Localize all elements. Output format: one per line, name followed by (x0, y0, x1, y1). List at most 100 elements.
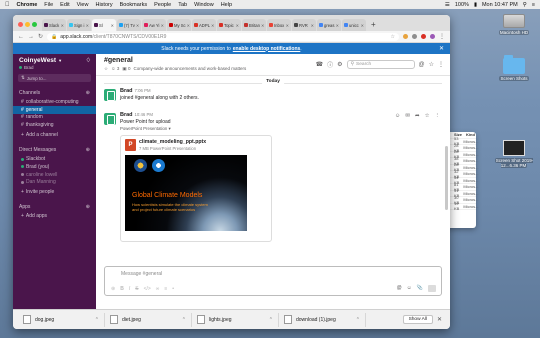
apple-icon[interactable]:  (5, 2, 10, 8)
back-icon[interactable]: ← (18, 34, 24, 40)
battery-percent[interactable]: 100% (455, 2, 469, 8)
call-icon[interactable]: ☎ (316, 61, 323, 68)
italic-icon[interactable]: I (129, 286, 130, 292)
menu-item-edit[interactable]: Edit (60, 2, 69, 8)
address-bar[interactable]: 🔒 app.slack.com/client/T870CNWTS/CDV00E1… (47, 32, 399, 41)
close-tab-icon[interactable]: ✕ (136, 23, 139, 28)
slide-preview[interactable]: Global Climate Models How scientists sim… (125, 155, 247, 231)
avatar[interactable] (104, 113, 116, 125)
desktop-icon-screenshot[interactable]: Screen Shot 2019-12...6.36 PM (494, 140, 534, 168)
jump-to-input[interactable]: ⇅ Jump to... (18, 74, 91, 82)
close-tab-icon[interactable]: ✕ (286, 23, 289, 28)
menu-item-people[interactable]: People (154, 2, 171, 8)
avatar[interactable] (104, 89, 116, 101)
sidebar-channel-collaborative-computing[interactable]: # collaborative-computing (13, 98, 96, 106)
sidebar-channel-thanksgiving[interactable]: # thanksgiving (13, 121, 96, 129)
reload-icon[interactable]: ↻ (38, 33, 43, 40)
lightning-icon[interactable]: ⊛ (111, 286, 115, 292)
close-tab-icon[interactable]: ✕ (61, 23, 64, 28)
message-time[interactable]: 10:46 PM (135, 112, 153, 117)
close-tab-icon[interactable]: ✕ (86, 23, 89, 28)
star-items-icon[interactable]: ☆ (429, 61, 434, 68)
close-tab-icon[interactable]: ✕ (261, 23, 264, 28)
browser-tab[interactable]: Topic ✕ (217, 19, 241, 31)
sidebar-channel-general[interactable]: # general (13, 105, 96, 114)
browser-tab[interactable]: greas ✕ (317, 19, 341, 31)
menu-item-file[interactable]: File (44, 2, 53, 8)
message-time[interactable]: 7:06 PM (135, 88, 151, 93)
chevron-up-icon[interactable]: ⌃ (269, 317, 273, 323)
sidebar-channel-random[interactable]: # random (13, 114, 96, 122)
zoom-window-button[interactable] (32, 21, 37, 27)
pins-count[interactable]: ▣ 0 (122, 66, 130, 72)
chevron-up-icon[interactable]: ⌃ (95, 317, 99, 323)
more-actions-icon[interactable]: ⋮ (435, 113, 441, 119)
invite-people-button[interactable]: + Invite people (13, 188, 96, 196)
extension-icon[interactable] (412, 34, 417, 39)
add-apps-button[interactable]: + Add apps (13, 212, 96, 220)
sidebar-dm[interactable]: caroline lowell (13, 171, 96, 179)
chevron-down-icon[interactable]: ▾ (169, 126, 171, 131)
close-tab-icon[interactable]: ✕ (187, 23, 190, 28)
bookmark-star-icon[interactable]: ☆ (391, 34, 395, 40)
add-app-icon[interactable]: ⊕ (86, 204, 90, 210)
battery-icon[interactable]: ▮ (474, 2, 477, 8)
wifi-icon[interactable]: ☰ (445, 2, 450, 8)
star-icon[interactable]: ☆ (104, 66, 108, 72)
bookmark-icon[interactable]: ☆ (425, 113, 430, 119)
strike-icon[interactable]: S (135, 286, 138, 292)
file-attachment[interactable]: P climate_modeling_ppt.pptx 7 MB PowerPo… (120, 135, 272, 242)
workspace-header[interactable]: CoinyeWest ▼ ♢ Brad (13, 54, 96, 70)
browser-tab[interactable]: Britan ✕ (242, 19, 266, 31)
scrollbar[interactable] (445, 146, 448, 210)
list-icon[interactable]: ≡ (164, 286, 167, 292)
browser-tab[interactable]: unicc ✕ (342, 19, 366, 31)
file-name[interactable]: climate_modeling_ppt.pptx (139, 139, 206, 145)
browser-tab[interactable]: Aw Yi ✕ (142, 19, 166, 31)
finder-col-kind[interactable]: Kind (466, 132, 475, 137)
share-icon[interactable]: ➦ (415, 113, 420, 119)
close-tab-icon[interactable]: ✕ (236, 23, 239, 28)
message[interactable]: Brad 7:06 PM joined #general along with 2… (96, 88, 450, 112)
add-channel-icon[interactable]: ⊕ (86, 90, 90, 96)
gear-icon[interactable]: ⚙ (337, 61, 342, 68)
forward-icon[interactable]: → (28, 34, 34, 40)
menu-list-icon[interactable]: ≡ (532, 2, 535, 8)
close-tab-icon[interactable]: ✕ (336, 23, 339, 28)
more-icon[interactable]: ⋮ (438, 61, 444, 68)
download-item[interactable]: download (1).jpeg ⌃ (279, 312, 366, 327)
message-composer[interactable]: Message #general ⊛ B I S </> ∞ ≡ • @ ☺ 📎 (104, 266, 442, 296)
browser-tab[interactable]: ADPL ✕ (192, 19, 216, 31)
emoji-reaction-icon[interactable]: ☺ (395, 113, 401, 119)
mention-icon[interactable]: @ (397, 285, 402, 292)
add-channel-button[interactable]: + Add a channel (13, 131, 96, 139)
close-banner-icon[interactable]: ✕ (439, 45, 444, 52)
info-icon[interactable]: ⓘ (327, 60, 333, 69)
emoji-icon[interactable]: ☺ (407, 285, 412, 292)
menu-item-bookmarks[interactable]: Bookmarks (120, 2, 148, 8)
new-tab-button[interactable]: + (367, 20, 380, 31)
close-tab-icon[interactable]: ✕ (361, 23, 364, 28)
link-icon[interactable]: ∞ (156, 286, 160, 292)
close-tab-icon[interactable]: ✕ (311, 23, 314, 28)
extension-icon[interactable] (403, 34, 408, 39)
spotlight-icon[interactable]: ⚲ (523, 2, 527, 8)
chevron-up-icon[interactable]: ⌃ (182, 317, 186, 323)
browser-tab[interactable]: My Sc ✕ (167, 19, 191, 31)
search-input[interactable]: ⚲ Search (346, 60, 415, 69)
browser-tab[interactable]: Sl ✕ (92, 19, 116, 31)
close-tab-icon[interactable]: ✕ (111, 23, 114, 28)
menu-item-window[interactable]: Window (194, 2, 214, 8)
bell-icon[interactable]: ♢ (86, 57, 91, 64)
mentions-icon[interactable]: @ (419, 62, 425, 68)
add-dm-icon[interactable]: ⊕ (86, 147, 90, 153)
close-downloads-icon[interactable]: ✕ (437, 316, 442, 323)
sidebar-dm[interactable]: Brad (you) (13, 163, 96, 171)
menu-item-help[interactable]: Help (221, 2, 232, 8)
download-item[interactable]: lights.jpeg ⌃ (192, 312, 279, 327)
clock[interactable]: Mon 10:47 PM (482, 2, 518, 8)
browser-tab[interactable]: (7) Tv ✕ (117, 19, 141, 31)
apps-section-header[interactable]: Apps ⊕ (19, 204, 90, 210)
browser-tab[interactable]: Inbox ✕ (267, 19, 291, 31)
message-sender[interactable]: Brad 10:46 PM (120, 112, 442, 118)
